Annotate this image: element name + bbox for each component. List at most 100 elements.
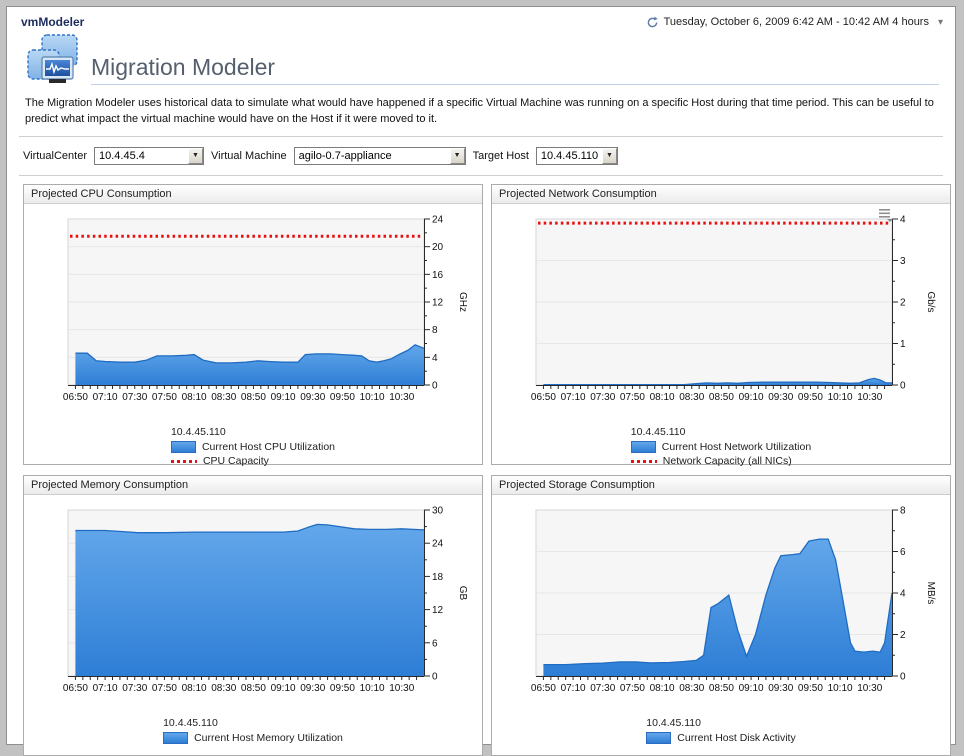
legend-item: Network Capacity (all NICs)	[630, 455, 792, 467]
legend-label: CPU Capacity	[202, 455, 269, 467]
svg-text:12: 12	[432, 605, 444, 616]
chart-host-label: 10.4.45.110	[646, 717, 701, 729]
svg-text:08:30: 08:30	[679, 683, 704, 694]
legend-label: Current Host Memory Utilization	[194, 732, 343, 744]
svg-text:12: 12	[432, 298, 444, 309]
svg-text:07:50: 07:50	[620, 683, 645, 694]
svg-text:8: 8	[432, 325, 438, 336]
panel-title: Projected Memory Consumption	[24, 476, 482, 495]
legend-label: Current Host Network Utilization	[661, 441, 812, 453]
svg-text:08:10: 08:10	[650, 392, 675, 403]
divider	[19, 175, 943, 176]
legend-item: Current Host Disk Activity	[646, 732, 796, 744]
svg-text:MB/s: MB/s	[925, 582, 936, 605]
svg-text:24: 24	[432, 215, 444, 226]
divider	[19, 136, 943, 137]
area-series-swatch	[630, 441, 656, 453]
svg-text:06:50: 06:50	[531, 683, 556, 694]
app-window: vmModeler Tuesday, October 6, 2009 6:42 …	[6, 6, 956, 756]
controls-row: VirtualCenter 10.4.45.4 ▼ Virtual Machin…	[23, 145, 955, 166]
svg-text:10:10: 10:10	[360, 683, 385, 694]
svg-text:1: 1	[900, 339, 906, 350]
dropdown-arrow-icon: ▼	[601, 147, 617, 164]
svg-text:07:50: 07:50	[152, 683, 177, 694]
svg-text:09:30: 09:30	[300, 392, 325, 403]
svg-text:2: 2	[900, 630, 906, 641]
virtual-machine-value: agilo-0.7-appliance	[298, 149, 392, 162]
svg-text:07:10: 07:10	[561, 392, 586, 403]
cpu-chart-legend: 10.4.45.110 Current Host CPU Utilization C…	[24, 426, 482, 469]
svg-text:06:50: 06:50	[531, 392, 556, 403]
svg-text:07:10: 07:10	[93, 392, 118, 403]
time-range-selector[interactable]: Tuesday, October 6, 2009 6:42 AM - 10:42…	[646, 16, 943, 29]
svg-text:08:10: 08:10	[650, 683, 675, 694]
svg-text:30: 30	[432, 506, 444, 517]
virtual-machine-select[interactable]: agilo-0.7-appliance ▼	[293, 146, 466, 165]
time-range-label: Tuesday, October 6, 2009 6:42 AM - 10:42…	[663, 16, 929, 28]
cpu-consumption-panel: Projected CPU Consumption 06:50 07:10 07:3…	[23, 184, 483, 467]
svg-text:09:50: 09:50	[330, 392, 355, 403]
svg-text:18: 18	[432, 572, 444, 583]
svg-text:Gb/s: Gb/s	[925, 291, 936, 312]
storage-consumption-panel: Projected Storage Consumption 06:50 07:10…	[491, 475, 951, 756]
area-series-swatch	[170, 441, 196, 453]
page-title: Migration Modeler	[91, 54, 276, 80]
virtualcenter-label: VirtualCenter	[23, 149, 87, 162]
storage-chart-legend: 10.4.45.110 Current Host Disk Activity	[492, 717, 950, 746]
svg-text:08:10: 08:10	[182, 392, 207, 403]
svg-text:08:50: 08:50	[709, 683, 734, 694]
target-host-value: 10.4.45.110	[540, 149, 599, 162]
svg-text:GHz: GHz	[457, 292, 468, 312]
svg-text:24: 24	[432, 539, 444, 550]
svg-text:09:50: 09:50	[330, 683, 355, 694]
svg-text:6: 6	[900, 547, 906, 558]
svg-text:09:10: 09:10	[271, 683, 296, 694]
svg-text:08:50: 08:50	[241, 683, 266, 694]
svg-text:10:30: 10:30	[857, 392, 882, 403]
network-chart-canvas: 06:50 07:10 07:30 07:50 08:10 08:30 08:50 09:10…	[531, 215, 936, 404]
svg-text:20: 20	[432, 242, 444, 253]
svg-text:07:30: 07:30	[122, 392, 147, 403]
title-row: Migration Modeler	[25, 33, 939, 85]
svg-text:08:30: 08:30	[211, 683, 236, 694]
virtual-machine-label: Virtual Machine	[211, 149, 287, 162]
memory-chart-legend: 10.4.45.110 Current Host Memory Utilizati…	[24, 717, 482, 746]
legend-item: Current Host CPU Utilization	[170, 441, 335, 453]
svg-text:07:10: 07:10	[93, 683, 118, 694]
svg-text:10:30: 10:30	[857, 683, 882, 694]
svg-text:09:30: 09:30	[768, 683, 793, 694]
svg-text:06:50: 06:50	[63, 392, 88, 403]
svg-text:06:50: 06:50	[63, 683, 88, 694]
time-refresh-icon	[647, 16, 658, 27]
legend-label: Network Capacity (all NICs)	[662, 455, 792, 467]
svg-text:8: 8	[900, 506, 906, 517]
svg-text:0: 0	[900, 672, 906, 683]
legend-label: Current Host Disk Activity	[677, 732, 796, 744]
cpu-chart-canvas: 06:50 07:10 07:30 07:50 08:10 08:30 08:50 09:10…	[63, 215, 468, 404]
chart-options-icon[interactable]	[878, 208, 894, 227]
svg-text:10:10: 10:10	[828, 683, 853, 694]
virtualcenter-select[interactable]: 10.4.45.4 ▼	[94, 146, 204, 165]
app-title: vmModeler	[21, 15, 85, 29]
svg-text:07:10: 07:10	[561, 683, 586, 694]
panel-title: Projected Network Consumption	[492, 185, 950, 204]
virtualcenter-value: 10.4.45.4	[99, 149, 145, 162]
svg-text:2: 2	[900, 298, 906, 309]
dropdown-arrow-icon: ▼	[188, 147, 203, 164]
memory-consumption-panel: Projected Memory Consumption 06:50 07:10 0…	[23, 475, 483, 756]
svg-text:GB: GB	[457, 586, 468, 601]
svg-text:16: 16	[432, 270, 444, 281]
chart-host-label: 10.4.45.110	[630, 426, 686, 438]
target-host-select[interactable]: 10.4.45.110 ▼	[535, 146, 618, 165]
svg-text:4: 4	[432, 353, 438, 364]
svg-text:10:30: 10:30	[389, 392, 414, 403]
svg-text:08:30: 08:30	[211, 392, 236, 403]
svg-text:07:30: 07:30	[122, 683, 147, 694]
dropdown-arrow-icon: ▼	[449, 147, 465, 164]
network-chart-legend: 10.4.45.110 Current Host Network Utilizat…	[492, 426, 950, 469]
svg-text:09:50: 09:50	[798, 392, 823, 403]
svg-text:07:50: 07:50	[620, 392, 645, 403]
svg-text:08:50: 08:50	[241, 392, 266, 403]
svg-text:09:10: 09:10	[739, 683, 764, 694]
area-series-swatch	[163, 732, 189, 744]
